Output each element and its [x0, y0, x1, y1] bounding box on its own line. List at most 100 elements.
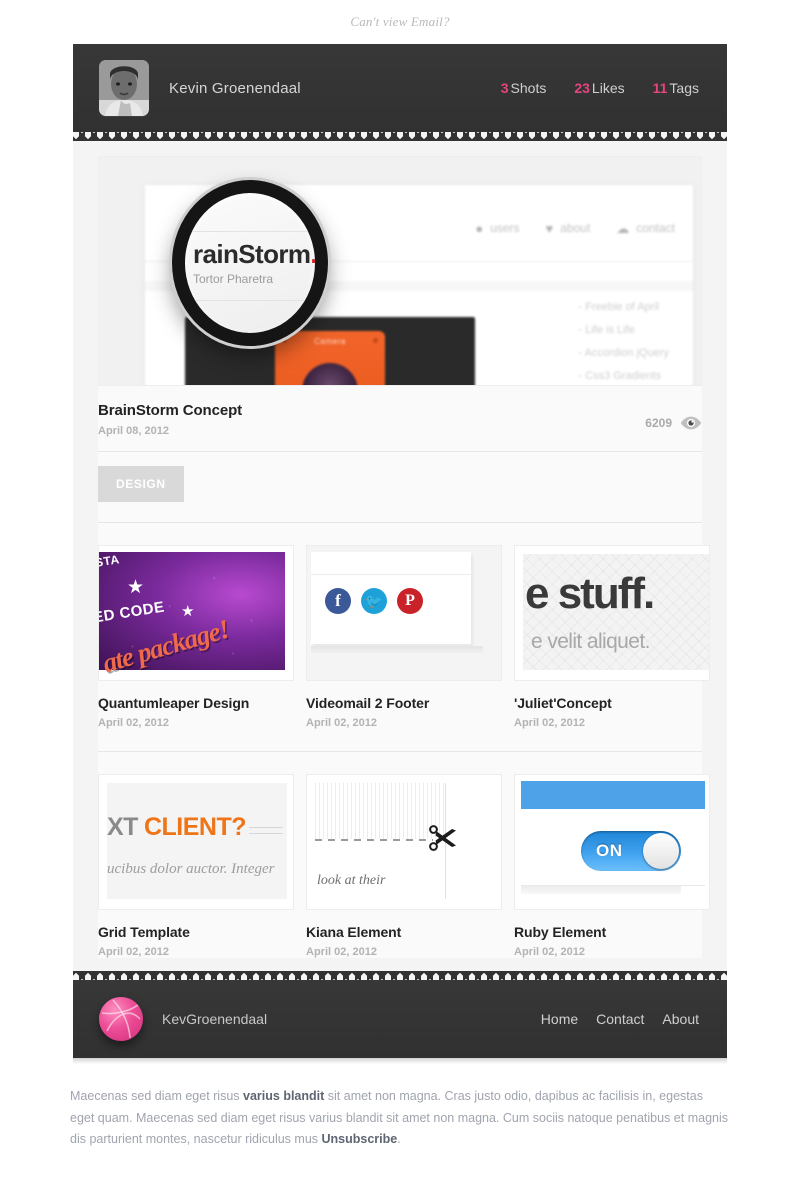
scissors-icon — [429, 825, 456, 851]
footer-nav: Home Contact About — [541, 1011, 699, 1027]
footer-user-name: KevGroenendaal — [162, 1011, 268, 1027]
featured-shot-date: April 08, 2012 — [98, 425, 169, 437]
card-divider — [311, 574, 471, 575]
space-code-text-1: STA — [98, 552, 121, 570]
thumbnail-title[interactable]: Quantumleaper Design — [98, 695, 294, 711]
mock-nav-item-about: ♥ about — [546, 221, 591, 235]
category-tag-design[interactable]: DESIGN — [98, 466, 184, 502]
brand-title-text: rainStorm — [193, 238, 311, 269]
footer-link-home[interactable]: Home — [541, 1011, 578, 1027]
juliet-artwork: e stuff. e velit aliquet. — [523, 554, 709, 670]
mock-list-item: - Css3 Gradients — [578, 370, 662, 382]
stat-shots[interactable]: 3 Shots — [501, 80, 547, 96]
legal-text: Maecenas sed diam eget risus varius blan… — [70, 1086, 730, 1151]
footer-link-about[interactable]: About — [662, 1011, 699, 1027]
magnifier-rule — [185, 231, 315, 232]
thumbnail-title[interactable]: Grid Template — [98, 924, 294, 940]
dashed-cut-line — [315, 839, 433, 841]
stat-tags[interactable]: 11 Tags — [653, 80, 699, 96]
thumbnail-date: April 02, 2012 — [514, 717, 585, 729]
unsubscribe-link[interactable]: Unsubscribe — [322, 1132, 398, 1146]
mock-nav-item-contact: ☁ contact — [616, 221, 675, 235]
legal-part-3: . — [397, 1132, 401, 1146]
stat-tags-count: 11 — [652, 80, 668, 96]
star-icon: ★ — [127, 577, 145, 598]
videomail-card-artwork: f 🐦 P — [311, 552, 471, 644]
thumbnail-image[interactable]: ON — [514, 774, 710, 910]
thumbnail-card-ruby[interactable]: ON Ruby Element April 02, 2012 — [514, 774, 710, 958]
brand-subtitle: Tortor Pharetra — [193, 271, 274, 286]
cant-view-email-link[interactable]: Can't view Email? — [350, 14, 449, 30]
juliet-subline: e velit aliquet. — [531, 630, 650, 653]
legal-bold-1: varius blandit — [243, 1089, 325, 1103]
featured-divider — [98, 451, 702, 452]
thumbnail-image[interactable]: f 🐦 P — [306, 545, 502, 681]
preheader-bar: Can't view Email? — [0, 0, 800, 44]
thumbnail-image[interactable]: look at their — [306, 774, 502, 910]
thumbnail-card-videomail[interactable]: f 🐦 P Videomail 2 Footer April 02, 2012 — [306, 545, 502, 729]
avatar[interactable] — [99, 60, 149, 116]
package-text: ate package! — [99, 613, 233, 679]
thumbnail-image[interactable]: XT CLIENT? ucibus dolor auctor. Integer — [98, 774, 294, 910]
mock-nav-label-contact: contact — [636, 221, 675, 235]
dribbble-icon[interactable] — [99, 997, 143, 1041]
mock-list-item: - Freebie of April — [578, 301, 660, 313]
thumbnail-date: April 02, 2012 — [306, 717, 377, 729]
kiana-caption: look at their — [317, 873, 386, 888]
mock-nav: ● users ♥ about ☁ contact — [475, 221, 675, 235]
thumbnail-row-2: XT CLIENT? ucibus dolor auctor. Integer G… — [98, 752, 710, 958]
camera-lens-icon — [302, 363, 358, 385]
stat-likes[interactable]: 23 Likes — [574, 80, 624, 96]
stripe-pattern — [315, 783, 445, 839]
thumbnail-card-juliet[interactable]: e stuff. e velit aliquet. 'Juliet'Concep… — [514, 545, 710, 729]
cloud-icon: ☁ — [616, 220, 630, 236]
legal-part-1: Maecenas sed diam eget risus — [70, 1089, 244, 1103]
space-code-text-2: ED CODE — [98, 598, 166, 627]
header-stats: 3 Shots 23 Likes 11 Tags — [501, 80, 699, 96]
dribbble-glyph — [101, 999, 141, 1039]
card-shadow — [311, 646, 483, 653]
thumbnail-title[interactable]: Videomail 2 Footer — [306, 695, 502, 711]
thumbnail-title[interactable]: 'Juliet'Concept — [514, 695, 710, 711]
mock-link-list: - Freebie of April - Life is Life - Acco… — [579, 301, 669, 382]
header-zigzag-edge — [73, 132, 727, 141]
featured-shot-image[interactable]: ● users ♥ about ☁ contact - Freebie of A… — [98, 156, 702, 386]
toggle-switch[interactable]: ON — [581, 831, 681, 871]
footer-link-contact[interactable]: Contact — [596, 1011, 644, 1027]
blue-band — [521, 781, 705, 809]
email-container: Kevin Groenendaal 3 Shots 23 Likes 11 Tags … — [73, 44, 727, 1058]
magnifier-rule — [185, 300, 315, 301]
grid-template-artwork: XT CLIENT? ucibus dolor auctor. Integer — [107, 783, 287, 899]
thumbnail-row-1: STA ED CODE ★ ★ ate package! Quantumleap… — [98, 523, 710, 729]
grid-serif-text: ucibus dolor auctor. Integer — [107, 861, 275, 877]
grid-rule-lines — [249, 827, 283, 839]
footer-zigzag-edge — [73, 971, 727, 980]
camera-label: Camera — [314, 337, 346, 346]
thumbnail-title[interactable]: Ruby Element — [514, 924, 710, 940]
toggle-label: ON — [596, 841, 623, 860]
stat-shots-label: Shots — [510, 80, 547, 96]
view-count: 6209 — [645, 402, 702, 430]
thumbnail-date: April 02, 2012 — [98, 717, 169, 729]
thumbnail-card-grid-template[interactable]: XT CLIENT? ucibus dolor auctor. Integer G… — [98, 774, 294, 958]
eye-icon — [680, 416, 702, 430]
thumbnail-card-quantumleaper[interactable]: STA ED CODE ★ ★ ate package! Quantumleap… — [98, 545, 294, 729]
view-count-value: 6209 — [645, 416, 672, 430]
mock-list-item: - Life is Life — [578, 324, 635, 336]
thumbnail-date: April 02, 2012 — [98, 946, 169, 958]
facebook-icon: f — [325, 588, 351, 614]
camera-screw-icon — [373, 338, 378, 343]
featured-shot-title[interactable]: BrainStorm Concept — [98, 402, 645, 419]
thumbnail-image[interactable]: STA ED CODE ★ ★ ate package! — [98, 545, 294, 681]
thumbnail-title[interactable]: Kiana Element — [306, 924, 502, 940]
thumbnail-card-kiana[interactable]: look at their Kiana Element April 02, 20… — [306, 774, 502, 958]
stat-likes-count: 23 — [574, 80, 590, 96]
email-drop-shadow — [73, 1058, 727, 1064]
social-icon-row: f 🐦 P — [325, 588, 423, 614]
thumbnail-date: April 02, 2012 — [514, 946, 585, 958]
grid-headline-accent: CLIENT? — [143, 813, 247, 841]
toggle-knob[interactable] — [643, 833, 679, 869]
camera-body: Camera — [275, 331, 385, 385]
magnifier-icon: rainStorm. Tortor Pharetra — [172, 180, 328, 346]
thumbnail-image[interactable]: e stuff. e velit aliquet. — [514, 545, 710, 681]
